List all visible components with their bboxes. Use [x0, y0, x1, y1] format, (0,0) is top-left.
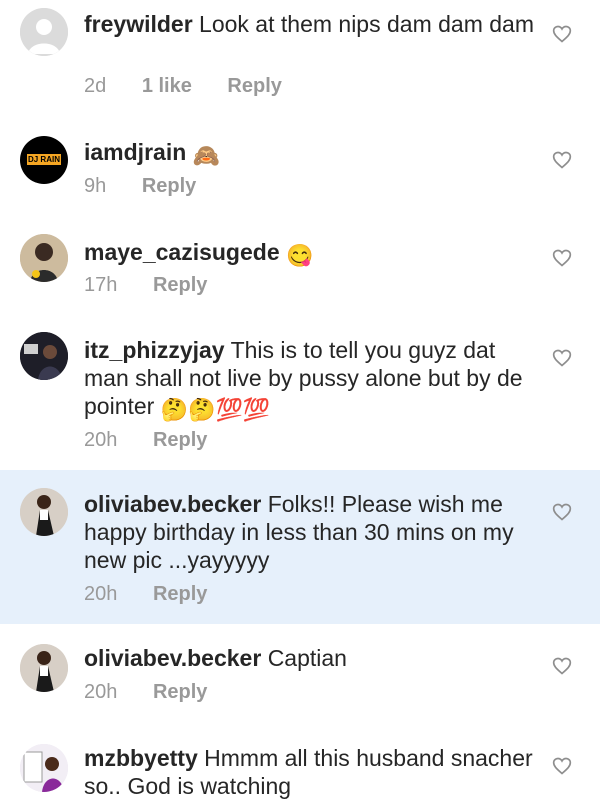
- heart-outline-icon[interactable]: [552, 756, 572, 776]
- comment-username[interactable]: oliviabev.becker: [84, 491, 261, 517]
- comment-body: 😋: [286, 243, 314, 268]
- comment-item: maye_cazisugede 😋 17h Reply: [0, 218, 600, 318]
- comment-time: 9h: [84, 175, 107, 197]
- comment-emojis: 🤔🤔💯💯: [160, 397, 271, 422]
- comment-meta: 20h Reply: [84, 583, 237, 606]
- reply-button[interactable]: Reply: [153, 429, 207, 451]
- user-photo-icon: [20, 234, 68, 282]
- reply-button[interactable]: Reply: [153, 274, 207, 296]
- comment-time: 17h: [84, 274, 118, 296]
- comment-time: 20h: [84, 429, 118, 451]
- comment-username[interactable]: maye_cazisugede: [84, 239, 280, 265]
- comment-username[interactable]: mzbbyetty: [84, 745, 198, 771]
- comment-text: oliviabev.becker Folks!! Please wish me …: [84, 490, 540, 574]
- comment-text: maye_cazisugede 😋: [84, 238, 540, 270]
- heart-outline-icon[interactable]: [552, 24, 572, 44]
- user-photo-icon: [20, 488, 68, 536]
- heart-outline-icon[interactable]: [552, 502, 572, 522]
- comment-body: Look at them nips dam dam dam: [199, 11, 534, 37]
- reply-button[interactable]: Reply: [142, 175, 196, 197]
- comment-meta: 20h Reply: [84, 429, 237, 452]
- comment-text: mzbbyetty Hmmm all this husband snacher …: [84, 744, 540, 800]
- comment-item: mzbbyetty Hmmm all this husband snacher …: [0, 724, 600, 806]
- user-photo-icon: [20, 744, 68, 792]
- comment-likes[interactable]: 1 like: [142, 75, 192, 97]
- comment-body: 🙈: [192, 143, 221, 168]
- comment-item: oliviabev.becker Captian 20h Reply: [0, 624, 600, 734]
- avatar[interactable]: [20, 8, 68, 56]
- comment-time: 2d: [84, 75, 107, 97]
- heart-outline-icon[interactable]: [552, 248, 572, 268]
- comment-username[interactable]: freywilder: [84, 11, 193, 37]
- heart-outline-icon[interactable]: [552, 150, 572, 170]
- reply-button[interactable]: Reply: [153, 681, 207, 703]
- comment-meta: 20h Reply: [84, 681, 237, 704]
- avatar[interactable]: [20, 644, 68, 692]
- user-photo-icon: [20, 332, 68, 380]
- comment-meta: 2d 1 like Reply: [84, 75, 312, 98]
- comment-username[interactable]: itz_phizzyjay: [84, 337, 225, 363]
- reply-button[interactable]: Reply: [227, 75, 281, 97]
- comment-time: 20h: [84, 681, 118, 703]
- comment-meta: 9h Reply: [84, 175, 226, 198]
- avatar[interactable]: [20, 234, 68, 282]
- avatar[interactable]: [20, 332, 68, 380]
- avatar[interactable]: [20, 488, 68, 536]
- comment-text: freywilder Look at them nips dam dam dam: [84, 10, 540, 38]
- comment-text: itz_phizzyjay This is to tell you guyz d…: [84, 336, 540, 424]
- comment-username[interactable]: iamdjrain: [84, 139, 186, 165]
- comment-body: Captian: [267, 645, 347, 671]
- comment-username[interactable]: oliviabev.becker: [84, 645, 261, 671]
- default-avatar-icon: [20, 8, 68, 56]
- user-photo-icon: [20, 644, 68, 692]
- heart-outline-icon[interactable]: [552, 348, 572, 368]
- dj-rain-logo: DJ RAIN: [27, 154, 61, 165]
- comment-list: freywilder Look at them nips dam dam dam…: [0, 0, 600, 806]
- comment-item-highlighted: oliviabev.becker Folks!! Please wish me …: [0, 470, 600, 624]
- comment-text: iamdjrain 🙈: [84, 138, 540, 170]
- heart-outline-icon[interactable]: [552, 656, 572, 676]
- comment-time: 20h: [84, 583, 118, 605]
- comment-text: oliviabev.becker Captian: [84, 644, 540, 672]
- comment-item: DJ RAIN iamdjrain 🙈 9h Reply: [0, 118, 600, 218]
- reply-button[interactable]: Reply: [153, 583, 207, 605]
- avatar[interactable]: DJ RAIN: [20, 136, 68, 184]
- comment-meta: 17h Reply: [84, 274, 237, 297]
- comment-item: itz_phizzyjay This is to tell you guyz d…: [0, 318, 600, 470]
- avatar[interactable]: [20, 744, 68, 792]
- comment-item: freywilder Look at them nips dam dam dam…: [0, 0, 600, 118]
